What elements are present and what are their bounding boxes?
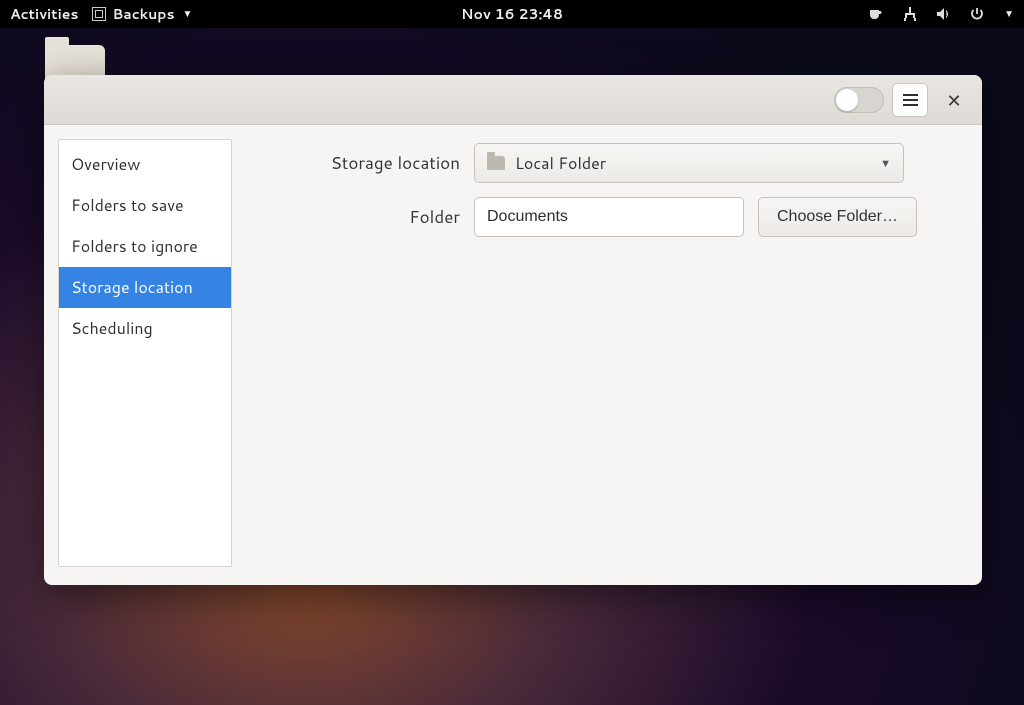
volume-icon[interactable] [936,7,952,21]
sidebar-item-storage-location[interactable]: Storage location [59,267,231,308]
coffee-icon[interactable] [868,7,884,21]
close-icon: ✕ [946,87,961,113]
folder-label: Folder [260,205,460,229]
auto-backup-switch[interactable] [834,87,884,113]
choose-folder-button[interactable]: Choose Folder… [758,197,917,237]
hamburger-menu-button[interactable] [892,83,928,117]
backups-window: ✕ Overview Folders to save Folders to ig… [44,75,982,585]
activities-button[interactable]: Activities [10,4,78,24]
hamburger-icon [903,99,918,101]
folder-input[interactable] [474,197,744,237]
sidebar-item-folders-to-ignore[interactable]: Folders to ignore [59,226,231,267]
chevron-down-icon: ▼ [183,7,193,21]
close-button[interactable]: ✕ [936,83,972,117]
app-menu-label: Backups [112,4,174,24]
power-icon[interactable] [970,7,984,21]
system-menu-chevron-icon[interactable]: ▼ [1004,7,1014,21]
clock[interactable]: Nov 16 23:48 [461,4,563,24]
chevron-down-icon: ▼ [880,155,891,171]
storage-location-label: Storage location [260,151,460,175]
headerbar: ✕ [44,75,982,125]
storage-location-combo[interactable]: Local Folder ▼ [474,143,904,183]
backups-app-icon [92,7,106,21]
folder-icon [487,156,505,170]
sidebar-item-overview[interactable]: Overview [59,144,231,185]
sidebar: Overview Folders to save Folders to igno… [58,139,232,567]
gnome-topbar: Activities Backups ▼ Nov 16 23:48 ▼ [0,0,1024,28]
app-menu[interactable]: Backups ▼ [92,4,192,24]
sidebar-item-folders-to-save[interactable]: Folders to save [59,185,231,226]
content-pane: Storage location Local Folder ▼ Folder C… [260,139,964,567]
sidebar-item-scheduling[interactable]: Scheduling [59,308,231,349]
network-icon[interactable] [902,7,918,21]
storage-location-value: Local Folder [515,152,606,175]
